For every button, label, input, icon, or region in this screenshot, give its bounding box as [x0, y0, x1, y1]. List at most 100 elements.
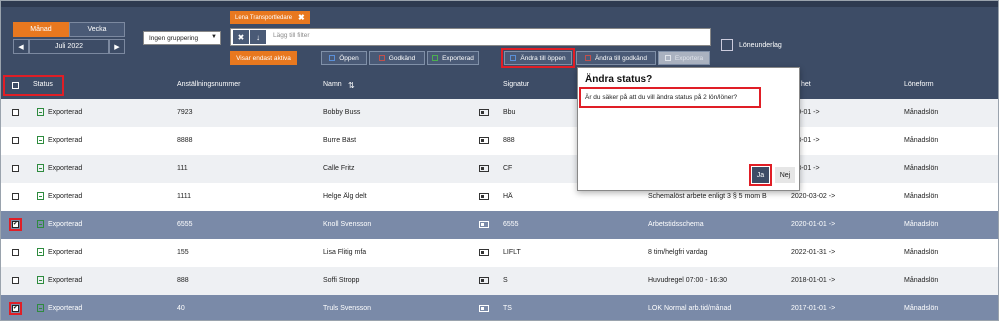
export-icon: [664, 55, 671, 61]
chevron-down-icon: ▼: [211, 34, 217, 40]
arrow-right-icon[interactable]: ▶: [109, 39, 125, 54]
table-row[interactable]: Exporterad 155 Lisa Flitig mfa LIFLT 8 tim/h…: [1, 239, 998, 267]
id-card-icon[interactable]: [479, 193, 489, 200]
row-checkbox[interactable]: [12, 109, 19, 116]
row-valid-from: 2018-01-01 ->: [791, 277, 836, 284]
row-checkbox[interactable]: [12, 193, 19, 200]
arrow-left-icon[interactable]: ◀: [13, 39, 29, 54]
select-all-checkbox[interactable]: [12, 82, 19, 89]
export-button[interactable]: Exportera: [658, 51, 710, 65]
filter-input[interactable]: Lägg till filter: [273, 32, 310, 39]
period-label: Juli 2022: [29, 39, 109, 54]
column-valid-from[interactable]: het: [801, 81, 811, 88]
exported-status-icon: [37, 136, 44, 144]
approved-status-icon: [378, 55, 385, 61]
filter-open-button[interactable]: Öppen: [321, 51, 367, 65]
tab-month[interactable]: Månad: [13, 22, 69, 37]
id-card-icon[interactable]: [479, 137, 489, 144]
row-status: Exporterad: [48, 165, 83, 172]
open-status-icon: [329, 55, 336, 61]
row-schedule: LOK Normal arb.tid/månad: [648, 305, 732, 312]
column-employee-number[interactable]: Anställningsnummer: [177, 81, 240, 88]
row-checkbox[interactable]: [12, 165, 19, 172]
row-name[interactable]: Truls Svensson: [323, 305, 371, 312]
row-pay-form: Månadslön: [904, 277, 939, 284]
filter-approved-button[interactable]: Godkänd: [369, 51, 425, 65]
payroll-basis-label: Löneunderlag: [739, 41, 782, 49]
row-employee-number: 1111: [177, 193, 192, 200]
row-pay-form: Månadslön: [904, 137, 939, 144]
row-employee-number: 111: [177, 165, 188, 172]
table-header: Status Anställningsnummer Namn ⇅ Signatu…: [1, 72, 998, 99]
table-row[interactable]: ✔ Exporterad 40 Truls Svensson TS LOK Normal …: [1, 295, 998, 320]
column-signature[interactable]: Signatur: [503, 81, 529, 88]
sort-icon[interactable]: ⇅: [348, 81, 355, 90]
row-signature: 6555: [503, 221, 519, 228]
top-strip: [1, 1, 998, 7]
row-pay-form: Månadslön: [904, 305, 939, 312]
id-card-icon[interactable]: [479, 109, 489, 116]
dialog-title: Ändra status?: [585, 74, 653, 85]
row-name[interactable]: Burre Bäst: [323, 137, 356, 144]
row-checkbox[interactable]: [12, 277, 19, 284]
table-row[interactable]: Exporterad 8888 Burre Bäst 888 -03-01 -> Måna…: [1, 127, 998, 155]
table-row[interactable]: Exporterad 7923 Bobby Buss Bbu -10-01 -> Måna…: [1, 99, 998, 127]
filter-bar: ✖ ↓ Lägg till filter: [230, 28, 711, 46]
change-to-open-button[interactable]: Ändra till öppen: [501, 48, 575, 68]
tab-week[interactable]: Vecka: [69, 22, 125, 37]
row-checkbox[interactable]: ✔: [9, 302, 22, 315]
row-signature: TS: [503, 305, 512, 312]
column-name[interactable]: Namn: [323, 81, 342, 88]
row-name[interactable]: Calle Fritz: [323, 165, 355, 172]
cancel-no-button[interactable]: Nej: [775, 167, 795, 183]
exported-status-icon: [432, 55, 439, 61]
row-name[interactable]: Bobby Buss: [323, 109, 360, 116]
row-signature: S: [503, 277, 508, 284]
grouping-select[interactable]: Ingen gruppering ▼: [143, 31, 221, 45]
id-card-icon[interactable]: [479, 277, 489, 284]
row-name[interactable]: Soffi Stropp: [323, 277, 359, 284]
arrow-down-icon[interactable]: ↓: [250, 30, 266, 44]
row-signature: CF: [503, 165, 513, 172]
row-checkbox[interactable]: [12, 249, 19, 256]
id-card-icon[interactable]: [479, 305, 489, 312]
row-employee-number: 155: [177, 249, 189, 256]
row-pay-form: Månadslön: [904, 221, 939, 228]
id-card-icon[interactable]: [479, 221, 489, 228]
table-row[interactable]: Exporterad 888 Soffi Stropp S Huvudregel 07:…: [1, 267, 998, 295]
clear-filter-icon[interactable]: ✖: [233, 30, 249, 44]
show-only-active-button[interactable]: Visar endast aktiva: [230, 51, 297, 65]
id-card-icon[interactable]: [479, 165, 489, 172]
row-employee-number: 7923: [177, 109, 193, 116]
payroll-basis-button[interactable]: Löneunderlag: [721, 39, 782, 51]
row-name[interactable]: Lisa Flitig mfa: [323, 249, 366, 256]
change-to-approved-button[interactable]: Ändra till godkänd: [576, 51, 656, 65]
row-pay-form: Månadslön: [904, 109, 939, 116]
row-name[interactable]: Knoll Svensson: [323, 221, 371, 228]
row-valid-from: 2020-01-01 ->: [791, 221, 836, 228]
table-row[interactable]: ✔ Exporterad 6555 Knoll Svensson 6555 Arbetst…: [1, 211, 998, 239]
filter-exported-button[interactable]: Exporterad: [427, 51, 479, 65]
row-employee-number: 8888: [177, 137, 193, 144]
dialog-message: Är du säker på att du vill ändra status …: [579, 87, 761, 108]
confirm-yes-button[interactable]: Ja: [749, 164, 772, 186]
column-pay-form[interactable]: Löneform: [904, 81, 934, 88]
row-status: Exporterad: [48, 109, 83, 116]
export-label: Exportera: [674, 54, 704, 62]
table-row[interactable]: Exporterad 111 Calle Fritz CF -08-01 -> Månad…: [1, 155, 998, 183]
id-card-icon[interactable]: [479, 249, 489, 256]
row-schedule: 8 tim/helgfri vardag: [648, 249, 708, 256]
row-valid-from: 2017-01-01 ->: [791, 305, 836, 312]
filter-chip[interactable]: Lena Transportledare ✖: [230, 11, 310, 24]
table-row[interactable]: Exporterad 1111 Helge Älg delt HÄ Schemalöst…: [1, 183, 998, 211]
exported-status-icon: [37, 192, 44, 200]
close-icon[interactable]: ✖: [298, 13, 305, 22]
row-signature: Bbu: [503, 109, 516, 116]
row-checkbox[interactable]: ✔: [9, 218, 22, 231]
row-name[interactable]: Helge Älg delt: [323, 193, 367, 200]
row-checkbox[interactable]: [12, 137, 19, 144]
document-icon: [721, 39, 733, 51]
column-status[interactable]: Status: [33, 81, 53, 88]
row-status: Exporterad: [48, 137, 83, 144]
exported-status-icon: [37, 304, 44, 312]
